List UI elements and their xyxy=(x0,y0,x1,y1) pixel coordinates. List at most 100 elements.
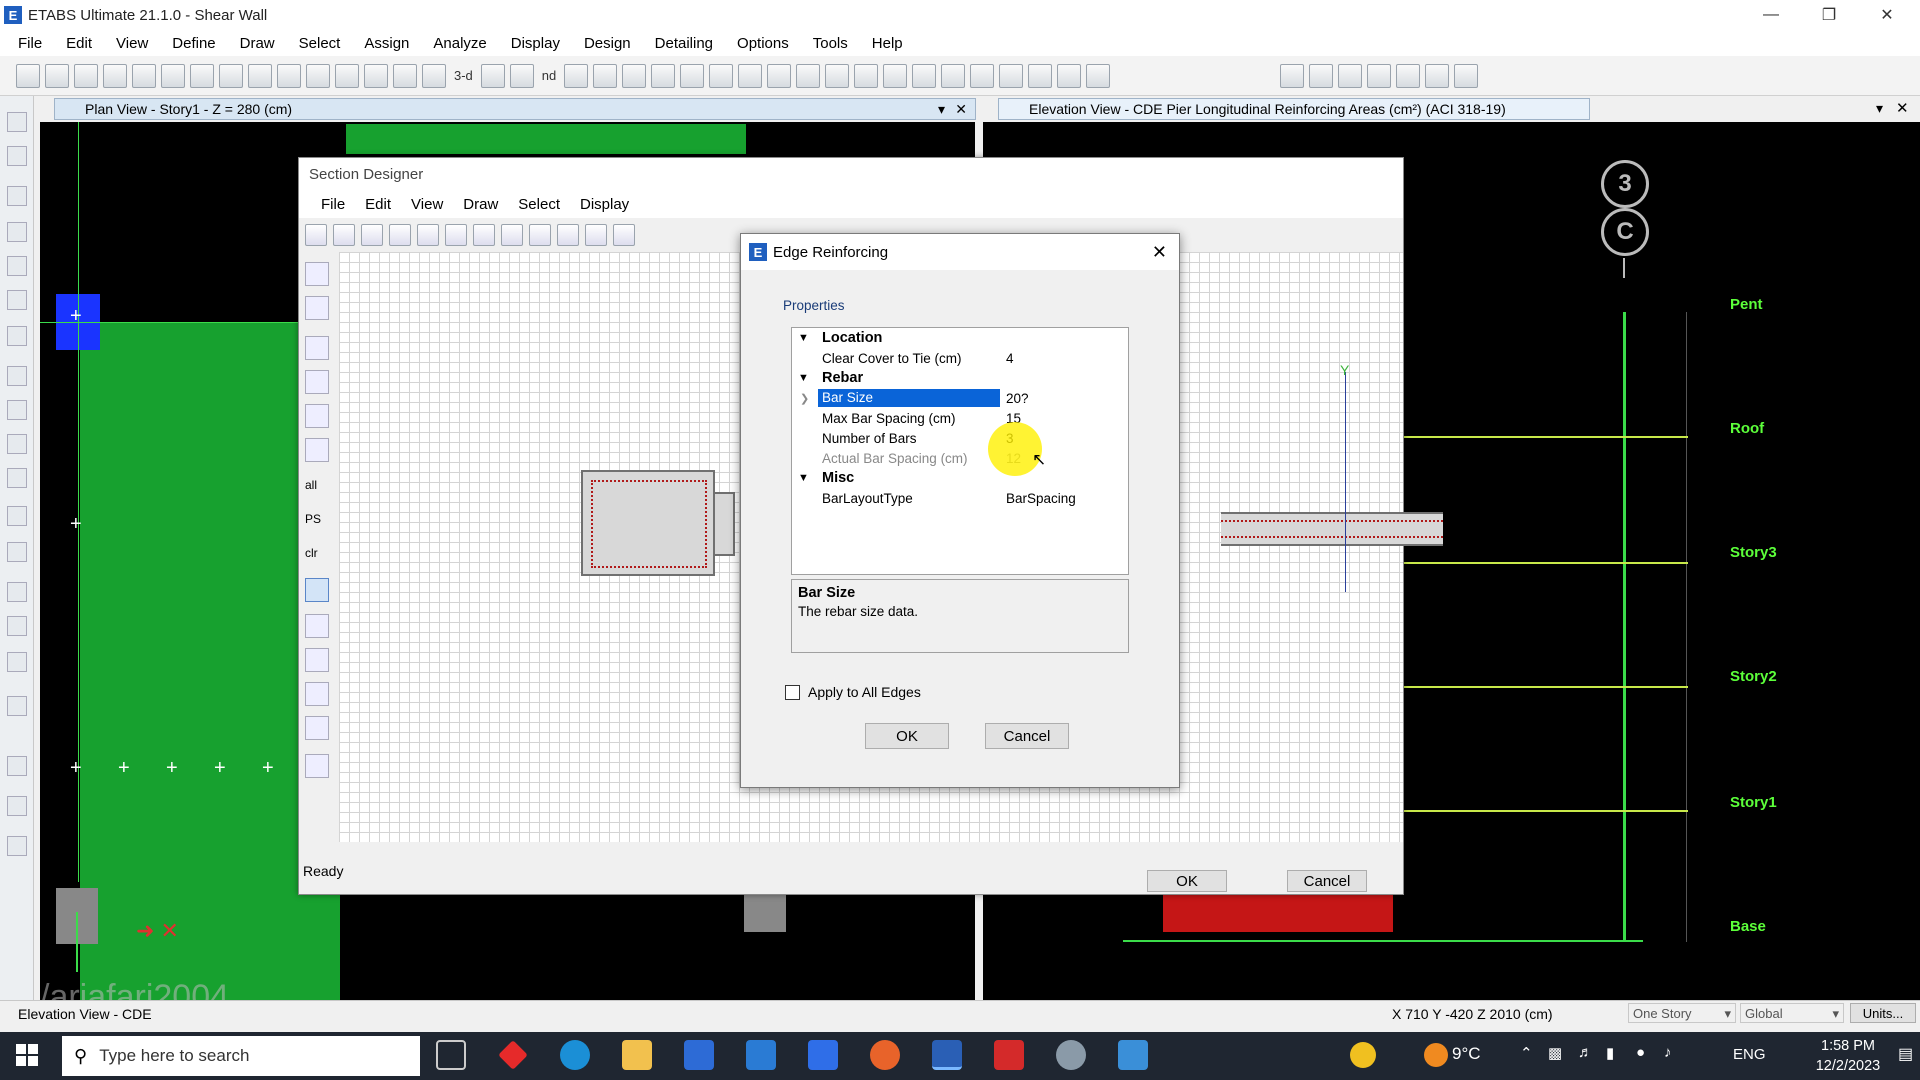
sd-menu-display[interactable]: Display xyxy=(570,196,639,213)
select-all-icon[interactable] xyxy=(7,756,27,776)
app-icon[interactable] xyxy=(1056,1040,1086,1070)
collapse-misc-icon[interactable]: ▼ xyxy=(798,472,809,484)
sd-hatch-icon[interactable] xyxy=(305,754,329,778)
draw-grid-icon[interactable] xyxy=(7,542,27,562)
apply-all-edges-checkbox[interactable] xyxy=(785,684,800,700)
units-button[interactable]: Units... xyxy=(1850,1003,1916,1023)
dimension-icon[interactable] xyxy=(1367,63,1392,88)
draw-dimension-icon[interactable] xyxy=(7,652,27,672)
sd-reference-point-icon[interactable] xyxy=(305,578,329,602)
elevation-view-icon[interactable] xyxy=(509,63,534,88)
draw-point-icon[interactable] xyxy=(7,506,27,526)
menu-file[interactable]: File xyxy=(6,35,54,52)
plan-view-icon[interactable] xyxy=(480,63,505,88)
redo-icon[interactable] xyxy=(132,63,156,88)
draw-link-icon[interactable] xyxy=(1086,63,1111,88)
sd-line-icon[interactable] xyxy=(305,404,329,428)
taskbar-search-box[interactable]: ⚲ Type here to search xyxy=(62,1036,420,1076)
menu-define[interactable]: Define xyxy=(160,35,227,52)
draw-tendon-icon[interactable] xyxy=(7,616,27,636)
prop-bar-size[interactable]: ❯ Bar Size 20? xyxy=(792,388,1128,408)
prop-number-of-bars[interactable]: Number of Bars 3 xyxy=(792,428,1128,448)
menu-view[interactable]: View xyxy=(104,35,160,52)
sd-caliper-icon[interactable] xyxy=(305,716,329,740)
draw-slab-icon[interactable] xyxy=(7,468,27,488)
etabs-taskbar-icon[interactable] xyxy=(932,1040,962,1070)
menu-select[interactable]: Select xyxy=(287,35,353,52)
mail-icon[interactable] xyxy=(746,1040,776,1070)
nd-button[interactable]: nd xyxy=(539,68,559,83)
minimize-button[interactable]: — xyxy=(1742,0,1800,30)
menu-help[interactable]: Help xyxy=(860,35,915,52)
perspective-icon[interactable] xyxy=(593,63,618,88)
file-explorer-icon[interactable] xyxy=(622,1040,652,1070)
menu-tools[interactable]: Tools xyxy=(801,35,860,52)
object-shrink-icon[interactable] xyxy=(738,63,763,88)
sd-refresh-icon[interactable] xyxy=(361,224,383,246)
prop-clear-cover[interactable]: Clear Cover to Tie (cm) 4 xyxy=(792,348,1128,368)
prop-bar-layout-type[interactable]: BarLayoutType BarSpacing xyxy=(792,488,1128,508)
windows-start-icon[interactable] xyxy=(16,1044,38,1066)
draw-point-icon[interactable] xyxy=(941,63,966,88)
tray-chevron-icon[interactable]: ⌃ xyxy=(1520,1044,1533,1062)
new-model-icon[interactable] xyxy=(16,63,40,88)
plan-view-tab[interactable]: Plan View - Story1 - Z = 280 (cm) ▾ ✕ xyxy=(54,98,976,120)
zoom-window-icon[interactable] xyxy=(248,63,272,88)
menu-draw[interactable]: Draw xyxy=(228,35,287,52)
restore-button[interactable]: ❐ xyxy=(1800,0,1858,30)
quick-draw-beam-icon[interactable] xyxy=(796,63,821,88)
sd-zoom-out-icon[interactable] xyxy=(501,224,523,246)
draw-wall-icon[interactable] xyxy=(7,400,27,420)
sd-menu-draw[interactable]: Draw xyxy=(453,196,508,213)
zoom-full-icon[interactable] xyxy=(335,63,359,88)
draw-brace-icon[interactable] xyxy=(7,290,27,310)
select-pointer-icon[interactable] xyxy=(7,112,27,132)
filter-icon[interactable] xyxy=(1338,63,1363,88)
check-icon[interactable] xyxy=(709,63,734,88)
sd-table-icon[interactable] xyxy=(557,224,579,246)
sd-menu-file[interactable]: File xyxy=(311,196,355,213)
sd-dimension-icon[interactable] xyxy=(305,682,329,706)
undo-icon[interactable] xyxy=(103,63,127,88)
sd-pointer-icon[interactable] xyxy=(305,262,329,286)
weather-icon[interactable] xyxy=(1424,1043,1448,1067)
3d-object-icon[interactable] xyxy=(767,63,792,88)
sd-menu-view[interactable]: View xyxy=(401,196,453,213)
section-designer-cancel-button[interactable]: Cancel xyxy=(1287,870,1367,892)
elevation-view-tab[interactable]: Elevation View - CDE Pier Longitudinal R… xyxy=(998,98,1590,120)
acrobat-icon[interactable] xyxy=(994,1040,1024,1070)
volume-icon[interactable]: ♪ xyxy=(1664,1044,1672,1061)
draw-opening-icon[interactable] xyxy=(7,434,27,454)
sd-text-icon[interactable] xyxy=(305,336,329,360)
pan-icon[interactable] xyxy=(393,63,417,88)
sd-zoom-full-icon[interactable] xyxy=(445,224,467,246)
help-icon[interactable] xyxy=(1350,1042,1376,1068)
edge-browser-icon[interactable] xyxy=(560,1040,590,1070)
3d-view-button[interactable]: 3-d xyxy=(451,68,476,83)
draw-walls-icon[interactable] xyxy=(883,63,908,88)
lock-icon[interactable] xyxy=(190,63,214,88)
reshape-icon[interactable] xyxy=(7,146,27,166)
expand-bar-size-icon[interactable]: ❯ xyxy=(800,392,809,405)
coord-system-selector[interactable]: Global ▾ xyxy=(1740,1003,1844,1023)
draw-slab-icon[interactable] xyxy=(1028,63,1053,88)
run-analysis-icon[interactable] xyxy=(219,63,243,88)
firefox-icon[interactable] xyxy=(870,1040,900,1070)
sd-menu-edit[interactable]: Edit xyxy=(355,196,401,213)
sd-shape-icon[interactable] xyxy=(305,370,329,394)
story-selector[interactable]: One Story ▾ xyxy=(1628,1003,1736,1023)
draw-line-icon[interactable] xyxy=(7,186,27,206)
prop-max-bar-spacing[interactable]: Max Bar Spacing (cm) 15 xyxy=(792,408,1128,428)
sd-angle-icon[interactable] xyxy=(613,224,635,246)
microsoft-store-icon[interactable] xyxy=(684,1040,714,1070)
menu-edit[interactable]: Edit xyxy=(54,35,104,52)
wifi-icon[interactable]: ● xyxy=(1636,1044,1645,1061)
draw-opening-icon[interactable] xyxy=(1057,63,1082,88)
section-tool-icon[interactable] xyxy=(1309,63,1334,88)
category-rebar[interactable]: ▼ Rebar xyxy=(792,368,1128,388)
open-icon[interactable] xyxy=(45,63,69,88)
notifications-icon[interactable]: ▤ xyxy=(1898,1044,1913,1064)
refresh-icon[interactable] xyxy=(161,63,185,88)
rubber-band-icon[interactable] xyxy=(422,63,446,88)
elevation-view-close-icon[interactable]: ✕ xyxy=(1896,99,1909,117)
